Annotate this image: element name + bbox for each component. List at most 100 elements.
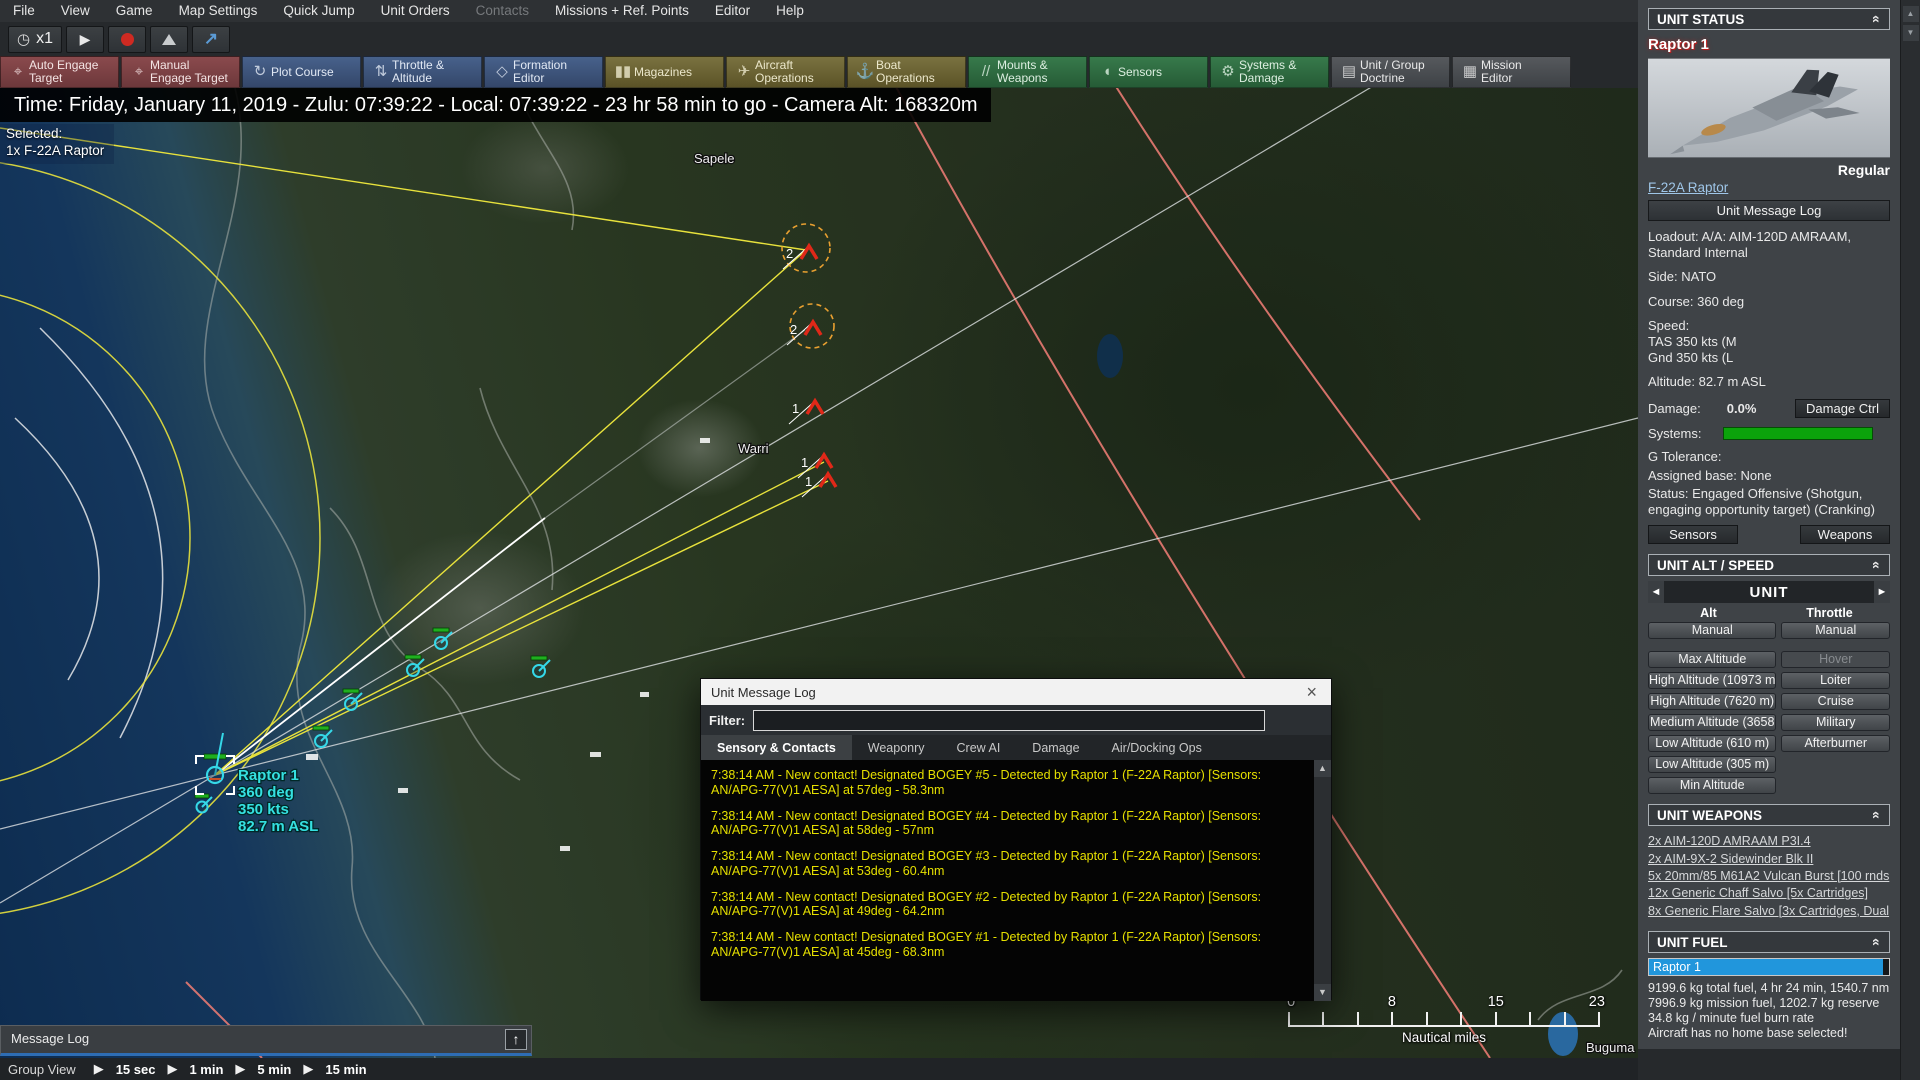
military-button[interactable]: Military [1781, 714, 1890, 732]
menu-file[interactable]: File [0, 0, 48, 22]
unit-alt-speed-header[interactable]: UNIT ALT / SPEED « [1648, 554, 1890, 577]
scroll-up-icon[interactable]: ▲ [1314, 760, 1331, 777]
dialog-title-bar[interactable]: Unit Message Log × [701, 679, 1331, 705]
tab-crew-ai[interactable]: Crew AI [941, 735, 1017, 760]
dialog-scrollbar[interactable]: ▲ ▼ [1314, 760, 1331, 1001]
auto-engage-target-button[interactable]: ⌖ Auto Engage Target [0, 56, 119, 88]
speed-option-15sec[interactable]: 15 sec [116, 1062, 156, 1077]
low-altitude-610-button[interactable]: Low Altitude (610 m) [1648, 735, 1777, 753]
alt-manual-button[interactable]: Manual [1648, 622, 1777, 640]
sensors-weapons-row: Sensors Weapons [1648, 525, 1890, 545]
unit-status-header[interactable]: UNIT STATUS « [1648, 8, 1890, 30]
friendly-unit-icon[interactable] [432, 627, 453, 650]
unit-group-doctrine-button[interactable]: ▤ Unit / Group Doctrine [1331, 56, 1450, 88]
next-unit-button[interactable]: ► [1874, 581, 1890, 604]
menu-unit-orders[interactable]: Unit Orders [368, 0, 463, 22]
fuel-unit-selected[interactable]: Raptor 1 [1649, 959, 1883, 975]
close-icon[interactable]: × [1302, 683, 1321, 701]
friendly-unit-icon[interactable] [530, 655, 551, 678]
speed-option-15min[interactable]: 15 min [325, 1062, 366, 1077]
weapon-link[interactable]: 12x Generic Chaff Salvo [5x Cartridges] [1648, 886, 1890, 900]
message-log-bar[interactable]: Message Log ↑ [0, 1025, 532, 1056]
menu-missions-ref-points[interactable]: Missions + Ref. Points [542, 0, 702, 22]
message-log-expand-button[interactable]: ↑ [505, 1029, 527, 1050]
lake [1097, 334, 1123, 378]
play-button[interactable]: ▶ [66, 25, 104, 53]
unit-weapons-header[interactable]: UNIT WEAPONS « [1648, 804, 1890, 827]
friendly-unit-icon[interactable] [342, 688, 363, 711]
collapse-chevron-icon[interactable]: « [1869, 15, 1885, 23]
high-altitude-10973-button[interactable]: High Altitude (10973 m [1648, 672, 1777, 690]
dialog-tabs: Sensory & Contacts Weaponry Crew AI Dama… [701, 735, 1331, 760]
scroll-down-icon[interactable]: ▼ [1314, 984, 1331, 1001]
button-label: Editor [513, 71, 545, 85]
menu-view[interactable]: View [48, 0, 103, 22]
tab-air-docking-ops[interactable]: Air/Docking Ops [1096, 735, 1218, 760]
time-compression-button[interactable]: ◷ x1 [8, 25, 62, 53]
weapon-link[interactable]: 2x AIM-9X-2 Sidewinder Blk II [1648, 852, 1890, 866]
afterburner-button[interactable]: Afterburner [1781, 735, 1890, 753]
sensors-button[interactable]: ◖ Sensors [1089, 56, 1208, 88]
throttle-manual-button[interactable]: Manual [1781, 622, 1890, 640]
collapse-chevron-icon[interactable]: « [1869, 811, 1885, 819]
loiter-button[interactable]: Loiter [1781, 672, 1890, 690]
menu-help[interactable]: Help [763, 0, 817, 22]
manual-engage-target-button[interactable]: ⌖ Manual Engage Target [121, 56, 240, 88]
friendly-unit-icon[interactable] [312, 725, 333, 748]
menu-quick-jump[interactable]: Quick Jump [270, 0, 367, 22]
tab-sensory-contacts[interactable]: Sensory & Contacts [701, 735, 852, 760]
throttle-altitude-button[interactable]: ⇅ Throttle & Altitude [363, 56, 482, 88]
alt-speed-grid: Manual Max Altitude High Altitude (10973… [1648, 622, 1890, 795]
time-step-button[interactable] [150, 25, 188, 53]
weapon-link[interactable]: 2x AIM-120D AMRAAM P3I.4 [1648, 834, 1890, 848]
tactical-map[interactable]: 2 2 1 1 1 Raptor 1 360 deg 350 kts 82.7 … [0, 88, 1638, 1058]
button-label: Target [29, 71, 63, 85]
svg-text:360 deg: 360 deg [238, 784, 294, 801]
speed-option-5min[interactable]: 5 min [257, 1062, 291, 1077]
aircraft-operations-button[interactable]: ✈ Aircraft Operations [726, 56, 845, 88]
sidebar-scroll-down-icon[interactable]: ▼ [1902, 25, 1919, 41]
jump-button[interactable]: ↗ [192, 25, 230, 53]
unit-type-link[interactable]: F-22A Raptor [1648, 180, 1890, 195]
high-altitude-7620-button[interactable]: High Altitude (7620 m) [1648, 693, 1777, 711]
plot-course-button[interactable]: ↻ Plot Course [242, 56, 361, 88]
magazines-button[interactable]: ▮▮ Magazines [605, 56, 724, 88]
friendly-unit-icon[interactable] [194, 793, 213, 814]
low-altitude-305-button[interactable]: Low Altitude (305 m) [1648, 756, 1777, 774]
weapons-panel-button[interactable]: Weapons [1800, 525, 1890, 545]
max-altitude-button[interactable]: Max Altitude [1648, 651, 1777, 669]
tab-weaponry[interactable]: Weaponry [852, 735, 941, 760]
friendly-unit-icon[interactable] [404, 654, 425, 677]
group-view-toggle[interactable]: Group View [8, 1062, 76, 1077]
sensors-panel-button[interactable]: Sensors [1648, 525, 1738, 545]
record-button[interactable] [108, 25, 146, 53]
weapon-link[interactable]: 5x 20mm/85 M61A2 Vulcan Burst [100 rnds [1648, 869, 1890, 883]
unit-fuel-header[interactable]: UNIT FUEL « [1648, 931, 1890, 953]
cruise-button[interactable]: Cruise [1781, 693, 1890, 711]
mission-editor-icon: ▦ [1462, 62, 1478, 80]
menu-editor[interactable]: Editor [702, 0, 763, 22]
sidebar-scrollbar[interactable]: ▲ ▼ [1900, 0, 1920, 1080]
speed-option-1min[interactable]: 1 min [189, 1062, 223, 1077]
fuel-mission: 7996.9 kg mission fuel, 1202.7 kg reserv… [1648, 996, 1880, 1010]
formation-editor-button[interactable]: ◇ Formation Editor [484, 56, 603, 88]
menu-map-settings[interactable]: Map Settings [166, 0, 271, 22]
filter-input[interactable] [753, 709, 1265, 731]
time-compression-value: x1 [36, 30, 53, 47]
mission-editor-button[interactable]: ▦ Mission Editor [1452, 56, 1571, 88]
medium-altitude-button[interactable]: Medium Altitude (3658 [1648, 714, 1777, 732]
min-altitude-button[interactable]: Min Altitude [1648, 777, 1777, 795]
unit-message-log-button[interactable]: Unit Message Log [1648, 200, 1890, 221]
collapse-chevron-icon[interactable]: « [1869, 561, 1885, 569]
boat-operations-button[interactable]: ⚓ Boat Operations [847, 56, 966, 88]
throttle-column-label: Throttle [1806, 606, 1853, 621]
systems-damage-button[interactable]: ⚙ Systems & Damage [1210, 56, 1329, 88]
sidebar-scroll-up-icon[interactable]: ▲ [1902, 6, 1919, 22]
weapon-link[interactable]: 8x Generic Flare Salvo [3x Cartridges, D… [1648, 904, 1890, 918]
menu-game[interactable]: Game [103, 0, 166, 22]
prev-unit-button[interactable]: ◄ [1648, 581, 1664, 604]
tab-damage[interactable]: Damage [1016, 735, 1095, 760]
collapse-chevron-icon[interactable]: « [1869, 938, 1885, 946]
mounts-weapons-button[interactable]: // Mounts & Weapons [968, 56, 1087, 88]
damage-ctrl-button[interactable]: Damage Ctrl [1795, 398, 1890, 418]
